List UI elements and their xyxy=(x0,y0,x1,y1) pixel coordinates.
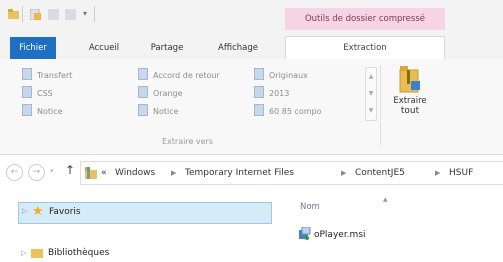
chevron-down-icon[interactable]: ▾ xyxy=(50,167,54,175)
up-arrow-icon[interactable]: ↑ xyxy=(65,163,75,177)
navigation-bar: ← → ▾ ↑ « Windows ▶ Temporary Internet F… xyxy=(0,155,503,190)
context-tab-compressed-folder-tools: Outils de dossier compressé xyxy=(285,8,445,30)
breadcrumb-separator-icon[interactable]: ▶ xyxy=(435,162,440,184)
extract-destination[interactable]: Originaux xyxy=(254,68,308,82)
folder-icon xyxy=(22,104,32,116)
extract-destination[interactable]: 2013 xyxy=(254,86,289,100)
nav-item-favorites[interactable]: ▷ ★ Favoris xyxy=(18,202,272,224)
extract-all-button[interactable]: Extraire tout xyxy=(388,65,432,129)
ribbon-extraction-panel: Transfert Accord de retour Originaux CSS… xyxy=(0,59,503,155)
chevron-up-icon[interactable]: ▲ xyxy=(366,68,376,85)
zip-folder-icon xyxy=(399,66,420,93)
extract-destination[interactable]: CSS xyxy=(22,86,53,100)
folder-icon xyxy=(85,167,97,182)
column-header-name[interactable]: Nom xyxy=(300,202,320,212)
new-folder-icon[interactable] xyxy=(48,9,59,20)
expand-arrow-icon[interactable]: ▷ xyxy=(22,207,27,215)
breadcrumb-item[interactable]: Temporary Internet Files xyxy=(185,162,294,184)
expand-arrow-icon[interactable]: ▷ xyxy=(21,249,26,257)
extract-destination[interactable]: Transfert xyxy=(22,68,72,82)
list-item[interactable]: oPlayer.msi xyxy=(298,226,366,243)
breadcrumb-separator-icon[interactable]: ▶ xyxy=(341,162,346,184)
folder-icon xyxy=(254,86,264,98)
forward-button[interactable]: → xyxy=(28,164,45,181)
group-divider xyxy=(380,65,381,145)
breadcrumb-item[interactable]: HSUF xyxy=(449,162,473,184)
folder-icon xyxy=(254,104,264,116)
library-icon xyxy=(31,249,43,258)
ribbon-tab-bar: Fichier Accueil Partage Affichage Extrac… xyxy=(0,36,503,61)
folder-icon xyxy=(22,86,32,98)
tab-extraction[interactable]: Extraction xyxy=(285,36,445,61)
extract-destination[interactable]: Orange xyxy=(138,86,183,100)
tab-share[interactable]: Partage xyxy=(143,37,191,59)
extract-destination[interactable]: Accord de retour xyxy=(138,68,220,82)
tab-view[interactable]: Affichage xyxy=(208,37,268,59)
breadcrumb-overflow[interactable]: « xyxy=(101,162,107,184)
folder-icon xyxy=(8,9,19,20)
title-bar: ▾ Outils de dossier compressé xyxy=(0,0,503,37)
address-bar[interactable]: « Windows ▶ Temporary Internet Files ▶ C… xyxy=(80,161,503,185)
folder-icon xyxy=(138,86,148,98)
back-button[interactable]: ← xyxy=(6,164,23,181)
group-label-extract-to: Extraire vers xyxy=(161,137,214,146)
msi-installer-icon xyxy=(298,226,311,243)
gallery-scrollbar[interactable]: ▲ ▼ ▼ xyxy=(365,67,377,121)
breadcrumb-item[interactable]: ContentJE5 xyxy=(355,162,405,184)
breadcrumb-separator-icon[interactable]: ▶ xyxy=(171,162,176,184)
chevron-down-icon[interactable]: ▾ xyxy=(83,9,87,18)
expand-icon[interactable]: ▼ xyxy=(366,102,376,119)
folder-icon xyxy=(254,68,264,80)
folder-icon xyxy=(138,104,148,116)
breadcrumb-item[interactable]: Windows xyxy=(115,162,155,184)
tab-home[interactable]: Accueil xyxy=(80,37,128,59)
folder-icon xyxy=(22,68,32,80)
extract-destination[interactable]: Notice xyxy=(22,104,63,118)
folder-icon xyxy=(138,68,148,80)
star-icon: ★ xyxy=(32,204,44,219)
tab-file[interactable]: Fichier xyxy=(10,37,56,59)
properties-icon[interactable] xyxy=(29,8,41,21)
sort-chevron-icon: ▲ xyxy=(383,196,388,203)
extract-destination[interactable]: 60 85 compo xyxy=(254,104,322,118)
chevron-down-icon[interactable]: ▼ xyxy=(366,85,376,102)
extract-destination[interactable]: Notice xyxy=(138,104,179,118)
navigation-pane: ▷ ★ Favoris ▷ Bibliothèques xyxy=(0,190,280,258)
customize-icon[interactable] xyxy=(65,9,76,20)
